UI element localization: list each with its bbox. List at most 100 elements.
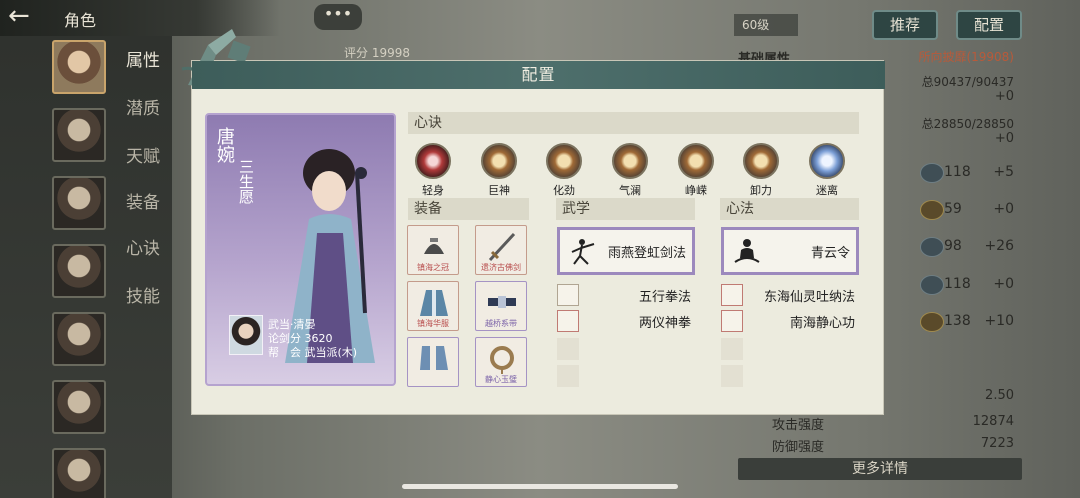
empty-slot-icon — [557, 338, 579, 360]
robe-icon — [420, 290, 448, 316]
mind-sub-name: 东海仙灵吐纳法 — [763, 290, 855, 305]
character-guild: 帮 会 武当派(木) — [268, 346, 358, 359]
home-indicator[interactable] — [402, 484, 678, 489]
tab-potential[interactable]: 潜质 — [126, 94, 166, 119]
level-badge: 60级 — [734, 14, 798, 36]
martial-sub-name: 五行拳法 — [638, 290, 691, 305]
heart-skill-label: 轻身 — [422, 184, 444, 197]
mind-main-name: 青云令 — [810, 246, 850, 261]
martial-main-slot[interactable]: 雨燕登虹剑法 — [557, 227, 695, 275]
character-name: 唐婉 — [214, 127, 235, 163]
martial-sub-2[interactable]: 两仪神拳 — [557, 310, 695, 332]
heart-skill-icon — [612, 143, 648, 179]
jade-pendant-icon — [490, 346, 514, 374]
mind-sub-name: 南海静心功 — [789, 316, 855, 331]
heart-skill-icon — [743, 143, 779, 179]
defense-label: 防御强度 — [772, 440, 825, 455]
config-button[interactable]: 配置 — [956, 10, 1022, 40]
heart-skill-label: 卸力 — [750, 184, 772, 197]
heart-skill-3[interactable]: 化劲 — [544, 143, 584, 198]
paw-icon — [721, 284, 743, 306]
martial-sub-1[interactable]: 五行拳法 — [557, 284, 695, 306]
equip-slot-5[interactable] — [407, 337, 459, 387]
heart-skill-5[interactable]: 峥嵘 — [676, 143, 716, 198]
sword-icon — [488, 232, 516, 262]
character-title: 三生愿 — [237, 159, 255, 204]
mind-empty-slot-1[interactable] — [721, 338, 743, 360]
left-sidebar: 属性 潜质 天赋 装备 心诀 技能 — [0, 0, 172, 498]
tab-skills[interactable]: 技能 — [126, 282, 166, 307]
hp-value: 总90437/90437 — [921, 75, 1014, 89]
mind-sub-1[interactable]: 东海仙灵吐纳法 — [721, 284, 859, 306]
mind-section-header: 心法 — [720, 198, 859, 220]
character-avatar-7[interactable] — [52, 448, 106, 498]
monk-icon — [721, 310, 743, 332]
tab-heart[interactable]: 心诀 — [126, 234, 166, 259]
heart-skill-icon — [481, 143, 517, 179]
fist-icon — [557, 284, 579, 306]
mp-delta: +0 — [994, 131, 1014, 146]
heart-skill-icon — [809, 143, 845, 179]
heart-skill-label: 峥嵘 — [685, 184, 707, 197]
mind-sub-2[interactable]: 南海静心功 — [721, 310, 859, 332]
heart-skill-2[interactable]: 巨神 — [479, 143, 519, 198]
back-arrow-icon[interactable]: ← — [8, 3, 48, 30]
attr-icon-2 — [920, 200, 944, 220]
equip-name: 静心玉璧 — [485, 375, 517, 384]
recommend-button[interactable]: 推荐 — [872, 10, 938, 40]
tab-talent[interactable]: 天赋 — [126, 142, 166, 167]
heart-skill-7[interactable]: 迷离 — [807, 143, 847, 198]
mind-empty-slot-2[interactable] — [721, 365, 743, 387]
dialog-title: 配置 — [192, 61, 885, 89]
attr-delta-3: +26 — [984, 238, 1014, 254]
kick-icon — [557, 310, 579, 332]
attr-value-5: 138 — [944, 313, 971, 329]
attr-icon-5 — [920, 312, 944, 332]
martial-empty-slot-1[interactable] — [557, 338, 579, 360]
chat-icon[interactable]: ••• — [314, 4, 362, 30]
tab-attributes[interactable]: 属性 — [126, 46, 166, 71]
martial-empty-slot-2[interactable] — [557, 365, 579, 387]
config-dialog: 配置 唐婉 三生愿 武当·清晏 论剑分 3620 帮 会 武当派(木) 心诀 轻… — [181, 29, 885, 415]
more-details-button[interactable]: 更多详情 — [738, 458, 1022, 480]
heart-skill-1[interactable]: 轻身 — [413, 143, 453, 198]
attr-delta-5: +10 — [984, 313, 1014, 329]
equip-name: 镇海华服 — [417, 319, 449, 328]
belt-icon — [488, 296, 516, 308]
empty-slot-icon — [721, 338, 743, 360]
equip-slot-6[interactable]: 静心玉璧 — [475, 337, 527, 387]
attr-value-3: 98 — [944, 238, 962, 254]
hp-delta: +0 — [994, 89, 1014, 104]
martial-main-name: 雨燕登虹剑法 — [607, 246, 686, 261]
heart-skill-label: 化劲 — [553, 184, 575, 197]
heart-skill-4[interactable]: 气澜 — [610, 143, 650, 198]
attack-value: 12874 — [972, 414, 1014, 429]
equip-section-header: 装备 — [408, 198, 529, 220]
mp-value: 总28850/28850 — [921, 117, 1014, 131]
character-avatar-5[interactable] — [52, 312, 106, 366]
heart-skill-icon — [415, 143, 451, 179]
attr-icon-4 — [920, 275, 944, 295]
character-avatar-3[interactable] — [52, 176, 106, 230]
tab-equipment[interactable]: 装备 — [126, 188, 166, 213]
character-avatar-6[interactable] — [52, 380, 106, 434]
equip-slot-3[interactable]: 镇海华服 — [407, 281, 459, 331]
empty-slot-icon — [557, 365, 579, 387]
character-card: 唐婉 三生愿 武当·清晏 论剑分 3620 帮 会 武当派(木) — [205, 113, 396, 386]
equip-name: 越桥系带 — [485, 319, 517, 328]
character-avatar-4[interactable] — [52, 244, 106, 298]
mind-main-slot[interactable]: 青云令 — [721, 227, 859, 275]
character-mini-avatar — [229, 315, 263, 355]
character-avatar-2[interactable] — [52, 108, 106, 162]
equip-slot-4[interactable]: 越桥系带 — [475, 281, 527, 331]
attr-icon-3 — [920, 237, 944, 257]
equip-slot-1[interactable]: 镇海之冠 — [407, 225, 459, 275]
heart-section-header: 心诀 — [408, 112, 859, 134]
character-avatar-1[interactable] — [52, 40, 106, 94]
equip-slot-2[interactable]: 遗济古佛剑 — [475, 225, 527, 275]
heart-skill-6[interactable]: 卸力 — [741, 143, 781, 198]
invincible-label: 所向披靡(19908) — [918, 50, 1014, 64]
heart-skill-icon — [546, 143, 582, 179]
defense-value: 7223 — [980, 436, 1014, 451]
page-title: 角色 — [64, 11, 97, 30]
